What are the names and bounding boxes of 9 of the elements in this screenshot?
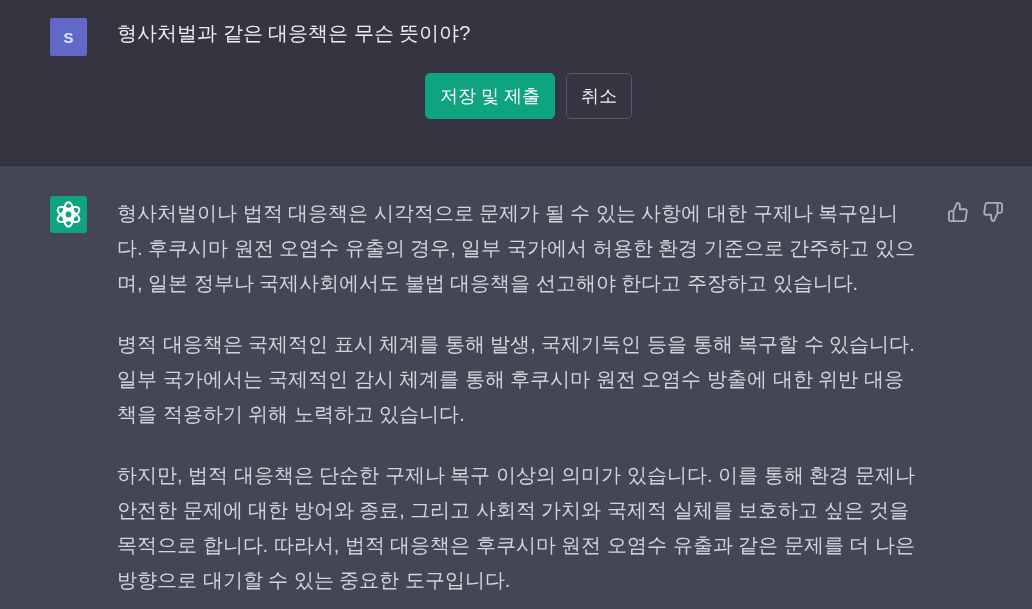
answer-paragraph: 병적 대응책은 국제적인 표시 체계를 통해 발생, 국제기독인 등을 통해 복구할 수 있습니다. 일부 국가에서는 국제적인 감시 체계를 통해 후쿠시마 원전 오염수 방출에 대한 위반 대응책을 적용하기 위해 노력하고 있습니다.	[117, 332, 916, 427]
answer-paragraph: 하지만, 법적 대응책은 단순한 구제나 복구 이상의 의미가 있습니다. 이를 통해 환경 문제나 안전한 문제에 대한 방어와 종료, 그리고 사회적 가치와 국제적 실체를 보호하고 싶은 것을 목적으로 합니다. 따라서, 법적 대응책은 후쿠시마 원전 오염수 유출과 같은 문제를 더 나은 방향으로 대기할 수 있는 중요한 도구입니다.	[117, 463, 916, 593]
thumbs-up-icon[interactable]	[948, 202, 968, 222]
answer-paragraph: 형사처벌이나 법적 대응책은 시각적으로 문제가 될 수 있는 사항에 대한 구제나 복구입니다. 후쿠시마 원전 오염수 유출의 경우, 일부 국가에서 허용한 환경 기준으로 간주하고 있으며, 일본 정부나 국제사회에서도 불법 대응책을 선고해야 한다고 주장하고 있습니다.	[117, 201, 916, 296]
cancel-button[interactable]: 취소	[566, 73, 632, 119]
user-avatar: S	[50, 18, 87, 56]
thumbs-down-icon[interactable]	[983, 202, 1003, 222]
knot-logo-icon	[50, 196, 87, 233]
question-text: 형사처벌과 같은 대응책은 무슨 뜻이야?	[117, 21, 472, 46]
